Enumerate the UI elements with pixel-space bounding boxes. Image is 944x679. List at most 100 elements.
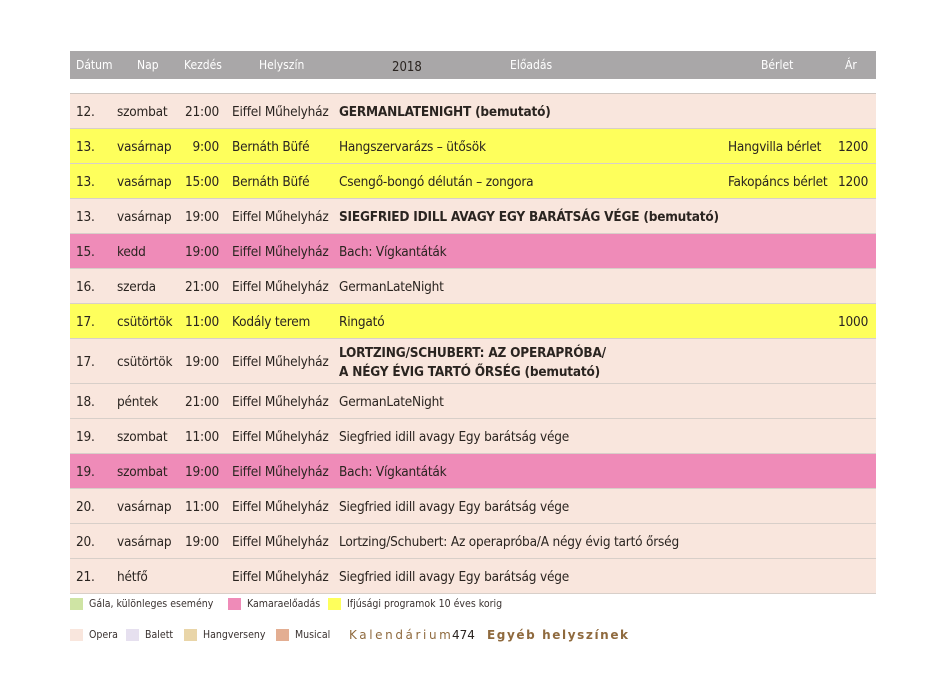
row-date: 17.	[76, 314, 95, 330]
row-venue: Eiffel Műhelyház	[232, 354, 329, 370]
row-time: 19:00	[185, 209, 219, 225]
row-price: 1200	[838, 139, 869, 155]
table-row: 21. hétfő Eiffel Műhelyház Siegfried idill …	[70, 559, 876, 594]
row-day: vasárnap	[117, 534, 172, 550]
row-time: 21:00	[185, 104, 219, 120]
row-day: péntek	[117, 394, 158, 410]
row-time: 15:00	[185, 174, 219, 190]
table-row: 20. vasárnap 19:00 Eiffel Műhelyház Lortzing…	[70, 524, 876, 559]
row-date: 20.	[76, 499, 95, 515]
header-gap	[70, 79, 876, 94]
table-row: 13. vasárnap 19:00 Eiffel Műhelyház SIEGFRIE…	[70, 199, 876, 234]
row-time: 11:00	[185, 314, 219, 330]
table-row: 18. péntek 21:00 Eiffel Műhelyház GermanLate…	[70, 384, 876, 419]
row-show: Bach: Vígkantáták	[339, 464, 447, 480]
row-date: 18.	[76, 394, 95, 410]
table-body: 12. szombat 21:00 Eiffel Műhelyház GERMANLAT…	[70, 94, 876, 594]
legend-item: Hangverseny	[184, 629, 265, 641]
header-show: Előadás	[510, 58, 553, 72]
row-time: 19:00	[185, 354, 219, 370]
legend-label: Balett	[145, 629, 174, 641]
row-show: GermanLateNight	[339, 279, 444, 295]
legend-swatch	[328, 598, 341, 610]
row-day: vasárnap	[117, 209, 172, 225]
header-start: Kezdés	[184, 58, 222, 72]
legend-item: Opera	[70, 629, 118, 641]
row-date: 13.	[76, 209, 95, 225]
row-price: 1200	[838, 174, 869, 190]
row-pass: Fakopáncs bérlet	[728, 174, 828, 190]
row-venue: Eiffel Műhelyház	[232, 429, 329, 445]
header-day: Nap	[137, 58, 159, 72]
legend-item: Musical	[276, 629, 330, 641]
row-day: szombat	[117, 429, 168, 445]
row-time: 19:00	[185, 244, 219, 260]
row-venue: Eiffel Műhelyház	[232, 394, 329, 410]
row-date: 15.	[76, 244, 95, 260]
row-day: szerda	[117, 279, 156, 295]
row-date: 19.	[76, 429, 95, 445]
table-row: 19. szombat 11:00 Eiffel Műhelyház Siegfried…	[70, 419, 876, 454]
table-row: 19. szombat 19:00 Eiffel Műhelyház Bach: Víg…	[70, 454, 876, 489]
row-date: 19.	[76, 464, 95, 480]
row-show: Bach: Vígkantáták	[339, 244, 447, 260]
table-row: 20. vasárnap 11:00 Eiffel Műhelyház Siegfrie…	[70, 489, 876, 524]
row-show: LORTZING/SCHUBERT: AZ OPERAPRÓBA/A NÉGY …	[339, 345, 606, 380]
row-venue: Eiffel Műhelyház	[232, 279, 329, 295]
row-venue: Eiffel Műhelyház	[232, 209, 329, 225]
row-time: 19:00	[185, 534, 219, 550]
row-show: Siegfried idill avagy Egy barátság vége	[339, 569, 570, 585]
legend-label: Kamaraelőadás	[247, 598, 321, 610]
row-venue: Eiffel Műhelyház	[232, 244, 329, 260]
row-time: 11:00	[185, 429, 219, 445]
row-day: csütörtök	[117, 354, 173, 370]
row-date: 17.	[76, 354, 95, 370]
row-day: vasárnap	[117, 139, 172, 155]
row-venue: Eiffel Műhelyház	[232, 464, 329, 480]
legend-item: Ifjúsági programok 10 éves korig	[328, 598, 502, 610]
row-time: 21:00	[185, 279, 219, 295]
row-show: Hangszervarázs – ütősök	[339, 139, 486, 155]
row-show: Siegfried idill avagy Egy barátság vége	[339, 499, 570, 515]
row-venue: Bernáth Büfé	[232, 174, 310, 190]
header-year: 2018	[392, 60, 422, 75]
row-time: 11:00	[185, 499, 219, 515]
footer-title: Kalendárium	[349, 628, 454, 642]
table-row: 13. vasárnap 9:00 Bernáth Büfé Hangszervaráz…	[70, 129, 876, 164]
table-row: 13. vasárnap 15:00 Bernáth Büfé Csengő-bongó…	[70, 164, 876, 199]
row-show: Csengő-bongó délután – zongora	[339, 174, 534, 190]
legend-label: Ifjúsági programok 10 éves korig	[347, 598, 503, 610]
legend-swatch	[70, 598, 83, 610]
row-show: Ringató	[339, 314, 385, 330]
row-venue: Eiffel Műhelyház	[232, 569, 329, 585]
table-row: 12. szombat 21:00 Eiffel Műhelyház GERMANLAT…	[70, 94, 876, 129]
row-day: szombat	[117, 464, 168, 480]
legend-label: Hangverseny	[203, 629, 266, 641]
row-time: 9:00	[192, 139, 220, 155]
header-pass: Bérlet	[761, 58, 794, 72]
row-show: GermanLateNight	[339, 394, 444, 410]
footer-page-number: 474	[452, 628, 475, 642]
row-venue: Eiffel Műhelyház	[232, 499, 329, 515]
table-row: 15. kedd 19:00 Eiffel Műhelyház Bach: Vígkan…	[70, 234, 876, 269]
row-date: 20.	[76, 534, 95, 550]
table-row: 17. csütörtök 19:00 Eiffel Műhelyház LORTZIN…	[70, 339, 876, 384]
legend-item: Gála, különleges esemény	[70, 598, 213, 610]
row-day: vasárnap	[117, 499, 172, 515]
row-pass: Hangvilla bérlet	[728, 139, 822, 155]
row-date: 21.	[76, 569, 95, 585]
legend-swatch	[184, 629, 197, 641]
row-show: GERMANLATENIGHT (bemutató)	[339, 104, 551, 120]
table-row: 17. csütörtök 11:00 Kodály terem Ringató 1000	[70, 304, 876, 339]
header-price: Ár	[845, 58, 857, 72]
legend-swatch	[228, 598, 241, 610]
row-venue: Kodály terem	[232, 314, 311, 330]
row-day: vasárnap	[117, 174, 172, 190]
row-price: 1000	[838, 314, 869, 330]
row-date: 16.	[76, 279, 95, 295]
schedule-table: Dátum Nap Kezdés Helyszín 2018 Előadás B…	[70, 51, 876, 594]
row-date: 13.	[76, 139, 95, 155]
table-header: Dátum Nap Kezdés Helyszín 2018 Előadás B…	[70, 51, 876, 79]
row-time: 21:00	[185, 394, 219, 410]
legend-item: Kamaraelőadás	[228, 598, 320, 610]
